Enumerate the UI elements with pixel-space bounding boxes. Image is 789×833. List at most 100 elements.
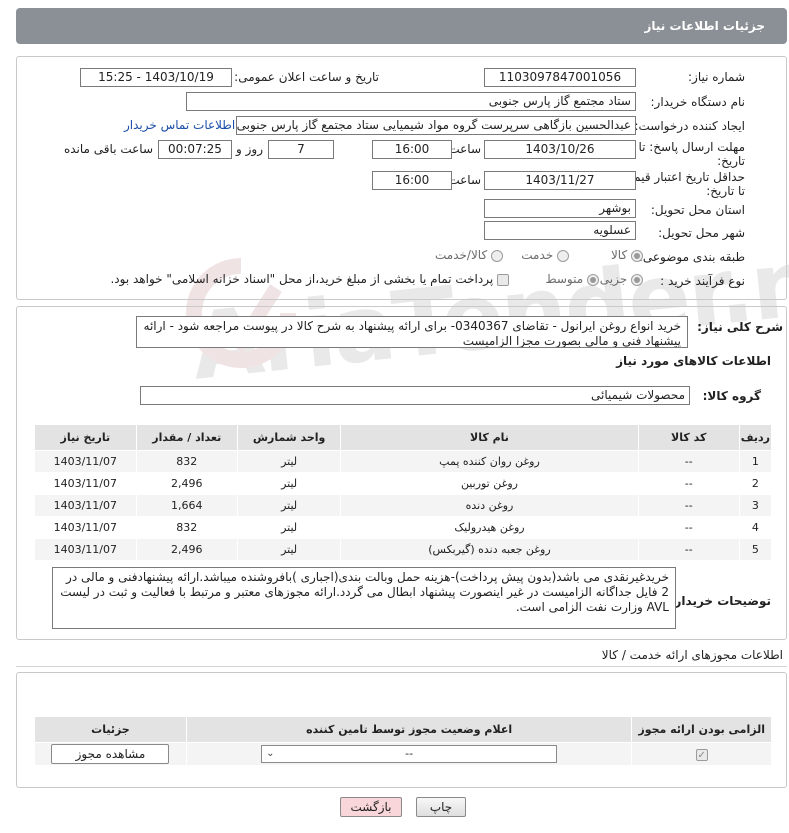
cell-need-date: 1403/11/07 xyxy=(34,538,137,561)
table-row: 2 -- روغن توربین لیتر 2,496 1403/11/07 xyxy=(34,472,773,495)
province-field: بوشهر xyxy=(484,199,636,218)
purchase-minor-label: جزیی xyxy=(599,272,628,286)
buyer-notes-field: خریدغیرنقدی می باشد(بدون پیش پرداخت)-هزی… xyxy=(52,567,676,629)
description-label: شرح کلی نیاز: xyxy=(697,320,783,334)
category-service-radio[interactable] xyxy=(557,249,569,262)
purchase-medium-label: متوسط xyxy=(545,272,584,286)
cell-permit-status: -- ⌄ xyxy=(185,742,633,766)
price-validity-date-field: 1403/11/27 xyxy=(484,171,636,190)
purchase-medium-radio[interactable] xyxy=(587,273,599,286)
goods-table-wrap: ردیف کد کالا نام کالا واحد شمارش تعداد /… xyxy=(34,424,773,561)
cell-need-date: 1403/11/07 xyxy=(34,472,137,495)
deadline-days-field: 7 xyxy=(268,140,334,159)
cell-quantity: 1,664 xyxy=(135,494,238,517)
deadline-label-text: مهلت ارسال پاسخ: تا تاریخ: xyxy=(638,140,745,168)
cell-unit: لیتر xyxy=(236,472,342,495)
deadline-days-label: روز و xyxy=(236,142,263,156)
col-permit-status: اعلام وضعیت مجوز توسط تامین کننده xyxy=(185,716,633,743)
back-button[interactable]: بازگشت xyxy=(340,797,402,817)
permit-status-select[interactable]: -- ⌄ xyxy=(261,745,558,763)
city-label: شهر محل تحویل: xyxy=(658,226,745,240)
treasury-payment-checkbox-group[interactable]: پرداخت تمام یا بخشی از مبلغ خرید،از محل … xyxy=(110,272,509,286)
cell-item-code: -- xyxy=(637,472,740,495)
buyer-contact-link[interactable]: اطلاعات تماس خریدار xyxy=(124,118,235,132)
goods-table-header: ردیف کد کالا نام کالا واحد شمارش تعداد /… xyxy=(34,424,773,451)
purchase-minor-radio[interactable] xyxy=(631,273,643,286)
requester-field: عبدالحسین بازگاهی سرپرست گروه مواد شیمیا… xyxy=(236,116,636,135)
page-header: جزئیات اطلاعات نیاز xyxy=(16,8,787,44)
cell-item-name: روغن روان کننده پمپ xyxy=(340,450,639,473)
remaining-time-label: ساعت باقی مانده xyxy=(63,142,153,156)
col-need-date: تاریخ نیاز xyxy=(34,424,137,451)
permits-table: الزامی بودن ارائه مجوز اعلام وضعیت مجوز … xyxy=(34,716,772,766)
chevron-down-icon: ⌄ xyxy=(266,748,275,759)
permit-status-value: -- xyxy=(405,747,414,760)
price-validity-time-field: 16:00 xyxy=(372,171,452,190)
cell-quantity: 2,496 xyxy=(135,472,238,495)
treasury-payment-checkbox[interactable] xyxy=(497,273,509,286)
category-goods-radio[interactable] xyxy=(631,249,643,262)
goods-section-title: اطلاعات کالاهای مورد نیاز xyxy=(616,354,771,368)
deadline-date-field: 1403/10/26 xyxy=(484,140,636,159)
cell-unit: لیتر xyxy=(236,494,342,517)
permit-required-checkbox[interactable] xyxy=(695,748,708,761)
cell-unit: لیتر xyxy=(236,538,342,561)
category-option-goods[interactable]: کالا xyxy=(611,248,643,262)
cell-item-code: -- xyxy=(637,450,740,473)
deadline-label: مهلت ارسال پاسخ: تا تاریخ: xyxy=(635,140,745,168)
cell-item-name: روغن توربین xyxy=(340,472,639,495)
table-row: 5 -- روغن جعبه دنده (گیربکس) لیتر 2,496 … xyxy=(34,538,773,561)
requester-label: ایجاد کننده درخواست: xyxy=(634,119,745,133)
col-item-code: کد کالا xyxy=(637,424,740,451)
cell-need-date: 1403/11/07 xyxy=(34,450,137,473)
col-row-number: ردیف xyxy=(738,424,773,451)
price-validity-time-label: ساعت xyxy=(448,173,481,187)
cell-quantity: 832 xyxy=(135,450,238,473)
print-button[interactable]: چاپ xyxy=(416,797,466,817)
col-unit: واحد شمارش xyxy=(236,424,342,451)
buyer-org-label: نام دستگاه خریدار: xyxy=(650,95,746,109)
table-row: -- ⌄ مشاهده مجوز xyxy=(34,742,772,766)
category-option-goods-service[interactable]: کالا/خدمت xyxy=(435,248,503,262)
permits-table-header: الزامی بودن ارائه مجوز اعلام وضعیت مجوز … xyxy=(34,716,772,743)
category-label: طبقه بندی موضوعی: xyxy=(638,250,745,264)
cell-permit-required xyxy=(631,742,772,766)
col-permit-required: الزامی بودن ارائه مجوز xyxy=(631,716,772,743)
cell-need-date: 1403/11/07 xyxy=(34,494,137,517)
cell-row-number: 5 xyxy=(738,538,773,561)
cell-item-code: -- xyxy=(637,516,740,539)
city-field: عسلویه xyxy=(484,221,636,240)
category-goods-label: کالا xyxy=(610,248,628,262)
table-row: 3 -- روغن دنده لیتر 1,664 1403/11/07 xyxy=(34,494,773,517)
cell-item-name: روغن جعبه دنده (گیربکس) xyxy=(340,538,639,561)
cell-quantity: 2,496 xyxy=(135,538,238,561)
description-field: خرید انواع روغن ایرانول - تقاضای 0340367… xyxy=(136,316,688,348)
col-item-name: نام کالا xyxy=(340,424,639,451)
purchase-type-option-medium[interactable]: متوسط xyxy=(545,272,599,286)
cell-need-date: 1403/11/07 xyxy=(34,516,137,539)
goods-group-label: گروه کالا: xyxy=(702,389,761,403)
category-goods-service-radio[interactable] xyxy=(491,249,503,262)
cell-row-number: 3 xyxy=(738,494,773,517)
table-row: 4 -- روغن هیدرولیک لیتر 832 1403/11/07 xyxy=(34,516,773,539)
deadline-time-field: 16:00 xyxy=(372,140,452,159)
cell-row-number: 4 xyxy=(738,516,773,539)
cell-item-name: روغن هیدرولیک xyxy=(340,516,639,539)
category-service-label: خدمت xyxy=(521,248,554,262)
purchase-type-label: نوع فرآیند خرید : xyxy=(660,274,745,288)
province-label: استان محل تحویل: xyxy=(650,203,745,217)
purchase-type-option-minor[interactable]: جزیی xyxy=(600,272,643,286)
cell-permit-details: مشاهده مجوز xyxy=(34,742,187,766)
permits-section-title: اطلاعات مجوزهای ارائه خدمت / کالا xyxy=(601,648,783,662)
goods-table: ردیف کد کالا نام کالا واحد شمارش تعداد /… xyxy=(34,424,773,561)
cell-row-number: 1 xyxy=(738,450,773,473)
goods-group-field: محصولات شیمیائی xyxy=(140,386,690,405)
remaining-time-field: 00:07:25 xyxy=(158,140,232,159)
table-row: 1 -- روغن روان کننده پمپ لیتر 832 1403/1… xyxy=(34,450,773,473)
buyer-org-field: ستاد مجتمع گاز پارس جنوبی xyxy=(186,92,636,111)
category-option-service[interactable]: خدمت xyxy=(521,248,569,262)
cell-item-code: -- xyxy=(637,538,740,561)
view-permit-button[interactable]: مشاهده مجوز xyxy=(51,744,170,764)
cell-unit: لیتر xyxy=(236,516,342,539)
cell-row-number: 2 xyxy=(738,472,773,495)
